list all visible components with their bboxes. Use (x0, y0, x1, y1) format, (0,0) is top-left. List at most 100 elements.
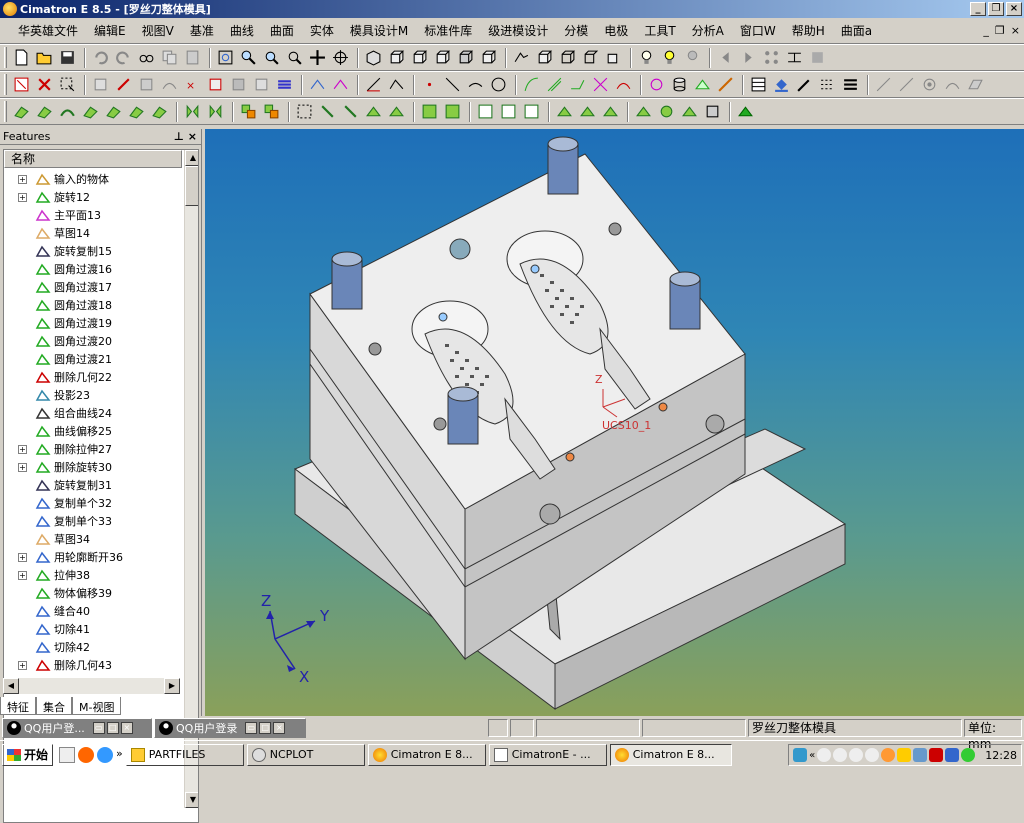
mdi-close-button[interactable]: × (1011, 24, 1020, 37)
select-curve-icon[interactable] (159, 74, 180, 95)
scroll-thumb[interactable] (185, 166, 198, 206)
select-face-icon[interactable] (90, 74, 111, 95)
tree-item[interactable]: 切除41 (4, 620, 182, 638)
arc-icon[interactable] (465, 74, 486, 95)
tree-item[interactable]: + 删除拉伸27 (4, 440, 182, 458)
redo-icon[interactable] (113, 47, 134, 68)
select-set-icon[interactable] (251, 74, 272, 95)
shell-icon[interactable] (126, 101, 147, 122)
shading-icon[interactable] (534, 47, 555, 68)
revolve-tool-icon[interactable] (34, 101, 55, 122)
layers-icon[interactable] (748, 74, 769, 95)
panel-close-icon[interactable]: × (188, 130, 197, 143)
blend-icon[interactable] (103, 101, 124, 122)
menu-surface-a[interactable]: 曲面a (833, 22, 880, 39)
view-top-icon[interactable] (409, 47, 430, 68)
offset-icon[interactable] (386, 101, 407, 122)
menu-progressive-die[interactable]: 级进模设计 (480, 22, 556, 39)
qq1-restore-button[interactable]: ▭ (92, 722, 105, 734)
fillet-tool-icon[interactable] (646, 74, 667, 95)
measure-icon[interactable] (784, 47, 805, 68)
show-hide-icon[interactable] (307, 74, 328, 95)
wireframe-icon[interactable] (557, 47, 578, 68)
qq2-restore-button[interactable]: ▭ (245, 722, 258, 734)
mold-model[interactable]: Z UCS10_1 Z Y X (205, 129, 1024, 716)
pattern-icon[interactable] (205, 101, 226, 122)
composite-icon[interactable] (386, 74, 407, 95)
point-icon[interactable] (419, 74, 440, 95)
display-mode-icon[interactable] (511, 47, 532, 68)
tree-item[interactable]: 曲线偏移25 (4, 422, 182, 440)
blank-icon[interactable] (330, 74, 351, 95)
expand-icon[interactable]: + (18, 660, 27, 670)
task-ncplot[interactable]: NCPLOT (246, 743, 365, 766)
select-filter-icon[interactable] (11, 74, 32, 95)
zoom-dynamic-icon[interactable] (261, 47, 282, 68)
tree-item[interactable]: 圆角过渡20 (4, 332, 182, 350)
tree-item[interactable]: 删除几何22 (4, 368, 182, 386)
forward-icon[interactable] (738, 47, 759, 68)
pen-icon[interactable] (715, 74, 736, 95)
tree-horizontal-scrollbar[interactable]: ◀ ▶ (3, 678, 180, 694)
network-icon[interactable] (793, 748, 808, 762)
qq1-close-button[interactable]: × (120, 722, 133, 734)
boolean-cut-icon[interactable] (261, 101, 282, 122)
scale-icon[interactable] (363, 101, 384, 122)
menu-file[interactable]: 华英雄文件 (10, 22, 86, 39)
expand-icon[interactable]: + (18, 462, 27, 472)
pan-icon[interactable] (307, 47, 328, 68)
line-icon[interactable] (442, 74, 463, 95)
select-edge-icon[interactable] (113, 74, 134, 95)
line-width-icon[interactable] (840, 74, 861, 95)
menu-electrode[interactable]: 电极 (596, 22, 636, 39)
menu-edit[interactable]: 编辑E (86, 22, 134, 39)
tray-expand-icon[interactable]: « (809, 750, 815, 761)
tree-item[interactable]: 组合曲线24 (4, 404, 182, 422)
menu-analysis[interactable]: 分析A (684, 22, 732, 39)
task-cimatron-active[interactable]: Cimatron E 8... (609, 743, 732, 766)
rib-icon[interactable] (679, 101, 700, 122)
qq-tray-icon[interactable] (865, 748, 880, 762)
tree-item[interactable]: + 删除几何43 (4, 656, 182, 674)
boss-icon[interactable] (702, 101, 723, 122)
scroll-left-icon[interactable]: ◀ (3, 678, 19, 694)
expand-icon[interactable]: + (18, 192, 27, 202)
select-body-icon[interactable] (136, 74, 157, 95)
face-offset-icon[interactable] (498, 101, 519, 122)
mdi-minimize-button[interactable]: _ (983, 24, 989, 37)
mdi-restore-button[interactable]: ❐ (995, 24, 1005, 37)
menu-view[interactable]: 视图V (134, 22, 182, 39)
task-partfiles[interactable]: PARTFILES (125, 743, 244, 766)
axis-tool2-icon[interactable] (896, 74, 917, 95)
tree-item[interactable]: 草图34 (4, 530, 182, 548)
minimize-button[interactable]: _ (970, 2, 986, 16)
rotate-icon[interactable] (340, 101, 361, 122)
messenger-icon[interactable] (897, 748, 912, 762)
expand-icon[interactable]: + (18, 444, 27, 454)
task-cimatron-doc[interactable]: CimatronE - ... (488, 743, 607, 766)
monitor-icon[interactable] (913, 748, 928, 762)
select-layer-icon[interactable] (274, 74, 295, 95)
transform-icon[interactable] (294, 101, 315, 122)
menu-mold-design[interactable]: 模具设计M (342, 22, 416, 39)
display-icon[interactable] (945, 748, 960, 762)
view-iso-icon[interactable] (363, 47, 384, 68)
scroll-up-icon[interactable]: ▲ (185, 150, 198, 166)
glasses-icon[interactable] (136, 47, 157, 68)
qq-login-window-2[interactable]: QQ用户登录 ▭ □ × (154, 718, 306, 738)
surface-icon[interactable] (692, 74, 713, 95)
zoom-fit-icon[interactable] (215, 47, 236, 68)
sweep-icon[interactable] (57, 101, 78, 122)
new-file-icon[interactable] (11, 47, 32, 68)
tree-item[interactable]: 圆角过渡18 (4, 296, 182, 314)
line-style-icon[interactable] (817, 74, 838, 95)
tree-item[interactable]: 旋转复制31 (4, 476, 182, 494)
rotate-view-icon[interactable] (330, 47, 351, 68)
menu-datum[interactable]: 基准 (182, 22, 222, 39)
tree-item[interactable]: + 旋转12 (4, 188, 182, 206)
split-tool-icon[interactable] (419, 101, 440, 122)
select-chain-icon[interactable] (205, 74, 226, 95)
loft-icon[interactable] (80, 101, 101, 122)
save-icon[interactable] (57, 47, 78, 68)
tree-item[interactable]: 圆角过渡19 (4, 314, 182, 332)
